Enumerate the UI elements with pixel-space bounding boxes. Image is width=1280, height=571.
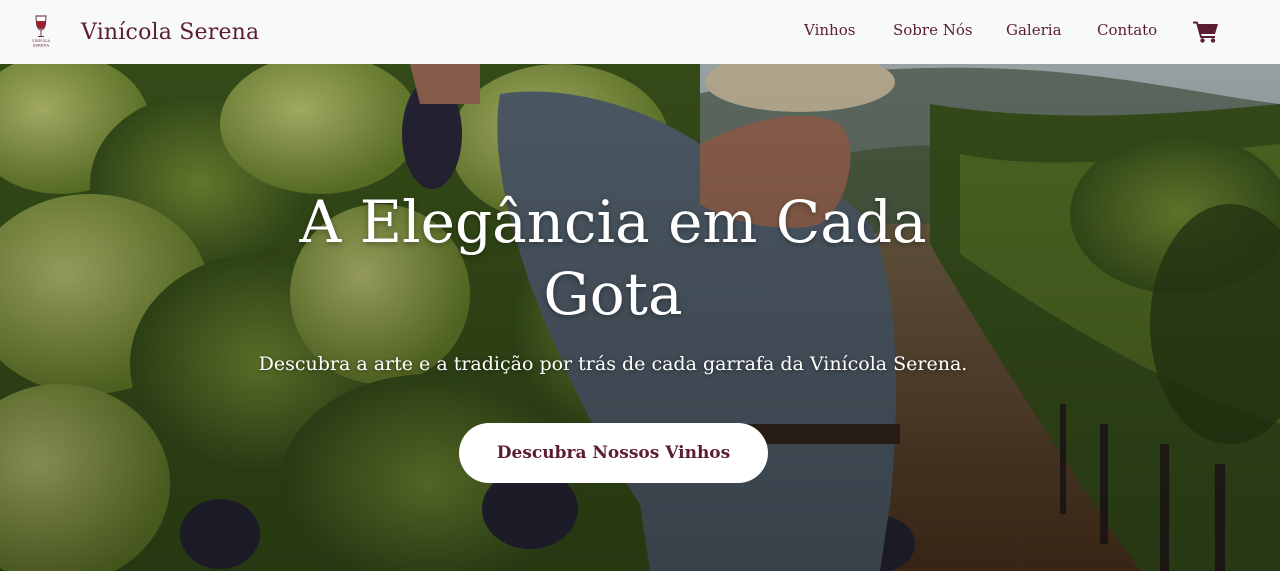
shopping-cart-icon[interactable] bbox=[1193, 19, 1219, 43]
discover-wines-button[interactable]: Descubra Nossos Vinhos bbox=[459, 423, 768, 483]
hero-subtitle: Descubra a arte e a tradição por trás de… bbox=[258, 353, 968, 375]
nav-item-vinhos[interactable]: Vinhos bbox=[804, 21, 855, 39]
nav-item-galeria[interactable]: Galeria bbox=[1006, 21, 1062, 39]
nav-item-contato[interactable]: Contato bbox=[1097, 21, 1157, 39]
navbar: VINÍCOLA SERENA Vinícola Serena Vinhos S… bbox=[0, 0, 1280, 64]
main-nav: Vinhos Sobre Nós Galeria Contato bbox=[0, 0, 1280, 64]
nav-item-sobre-nos[interactable]: Sobre Nós bbox=[893, 21, 973, 39]
hero-title: A Elegância em Cada Gota bbox=[299, 188, 927, 328]
hero-section: A Elegância em Cada Gota Descubra a arte… bbox=[0, 64, 1280, 571]
